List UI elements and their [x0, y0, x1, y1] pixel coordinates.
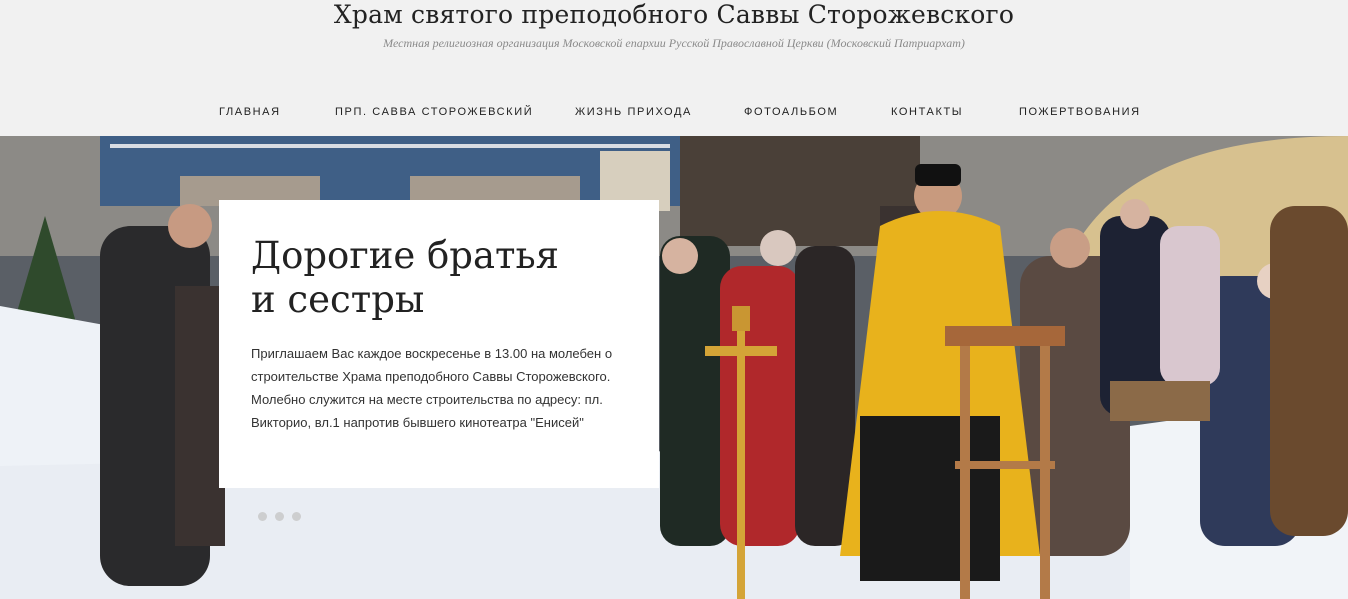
hero-slider: Дорогие братья и сестры Приглашаем Вас к…	[0, 136, 1348, 599]
site-title[interactable]: Храм святого преподобного Саввы Сторожев…	[0, 0, 1348, 30]
site-subtitle: Местная религиозная организация Московск…	[383, 36, 965, 50]
slide-title-line2: и сестры	[251, 278, 425, 321]
nav-item-savva[interactable]: ПРП. САВВА СТОРОЖЕВСКИЙ	[335, 106, 533, 118]
slide-text: Приглашаем Вас каждое воскресенье в 13.0…	[251, 346, 613, 430]
nav-item-donations[interactable]: ПОЖЕРТВОВАНИЯ	[1019, 106, 1141, 118]
nav-item-parish-life[interactable]: ЖИЗНЬ ПРИХОДА	[575, 106, 692, 118]
slide-title-line1: Дорогие братья	[251, 234, 559, 277]
slide-title: Дорогие братья и сестры	[251, 234, 641, 322]
slider-dot-2[interactable]	[275, 512, 284, 521]
nav-item-photo-album[interactable]: ФОТОАЛЬБОМ	[744, 106, 838, 118]
slider-dot-1[interactable]	[258, 512, 267, 521]
nav-item-home[interactable]: ГЛАВНАЯ	[219, 106, 281, 118]
hero-photo	[0, 136, 1348, 599]
slider-dot-3[interactable]	[292, 512, 301, 521]
nav-item-contacts[interactable]: КОНТАКТЫ	[891, 106, 963, 118]
slide-caption-card: Дорогие братья и сестры Приглашаем Вас к…	[219, 200, 659, 488]
site-header: Храм святого преподобного Саввы Сторожев…	[0, 0, 1348, 136]
main-nav: ГЛАВНАЯ ПРП. САВВА СТОРОЖЕВСКИЙ ЖИЗНЬ ПР…	[0, 100, 1348, 128]
